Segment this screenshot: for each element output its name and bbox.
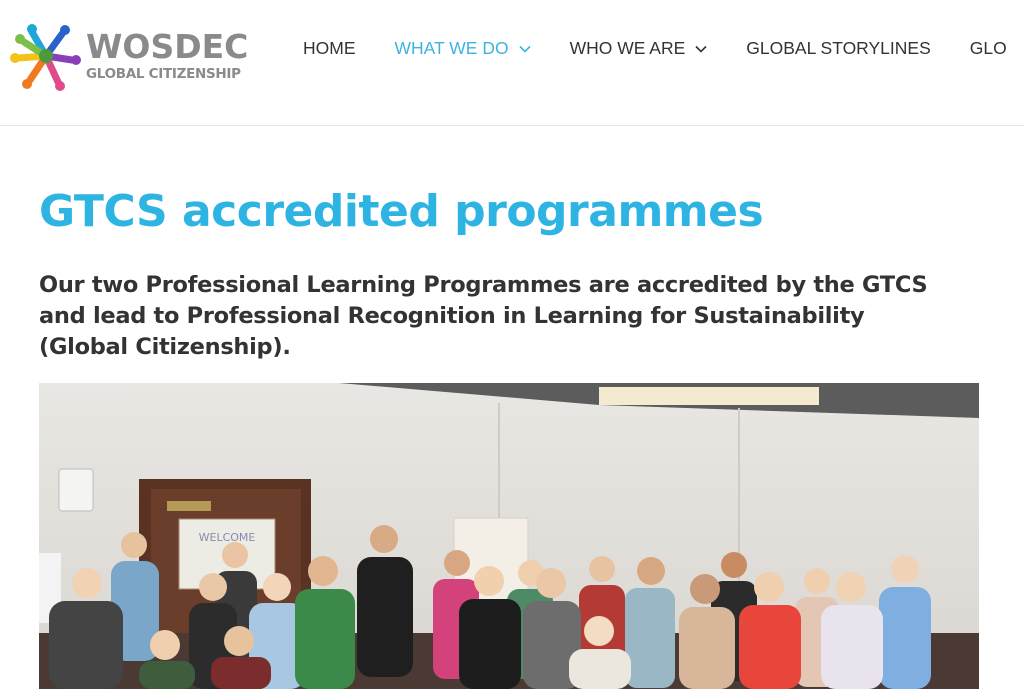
nav-item-label: GLOBAL STORYLINES <box>746 38 931 58</box>
nav-item-global-storylines[interactable]: GLOBAL STORYLINES <box>746 38 930 59</box>
page-lead-text: Our two Professional Learning Programmes… <box>39 272 928 360</box>
logo-figures-icon <box>10 24 81 91</box>
page-title: GTCS accredited programmes <box>39 186 764 237</box>
nav-item-global-partial[interactable]: GLO <box>970 38 1007 59</box>
nav-item-who-we-are[interactable]: WHO WE ARE <box>570 38 708 59</box>
group-photo: WELCOME <box>39 383 979 689</box>
group-photo-image: WELCOME <box>39 383 979 689</box>
logo-wordmark: WOSDEC <box>86 27 249 67</box>
chevron-down-icon <box>695 45 707 53</box>
chevron-down-icon <box>519 45 531 53</box>
site-logo[interactable]: WOSDEC GLOBAL CITIZENSHIP <box>10 20 248 92</box>
main-nav: HOME WHAT WE DO WHO WE ARE GLOBAL STORYL… <box>303 38 1024 59</box>
nav-item-label: GLO <box>969 38 1007 58</box>
nav-item-label: HOME <box>303 38 356 58</box>
nav-item-home[interactable]: HOME <box>303 38 356 59</box>
nav-item-what-we-do[interactable]: WHAT WE DO <box>395 38 531 59</box>
logo-subtitle: GLOBAL CITIZENSHIP <box>86 66 241 83</box>
nav-item-label: WHAT WE DO <box>394 38 509 58</box>
logo-text: WOSDEC GLOBAL CITIZENSHIP <box>86 30 248 82</box>
welcome-sign-text: WELCOME <box>199 531 256 544</box>
site-header: WOSDEC GLOBAL CITIZENSHIP HOME WHAT WE D… <box>0 0 1024 126</box>
nav-item-label: WHO WE ARE <box>569 38 686 58</box>
